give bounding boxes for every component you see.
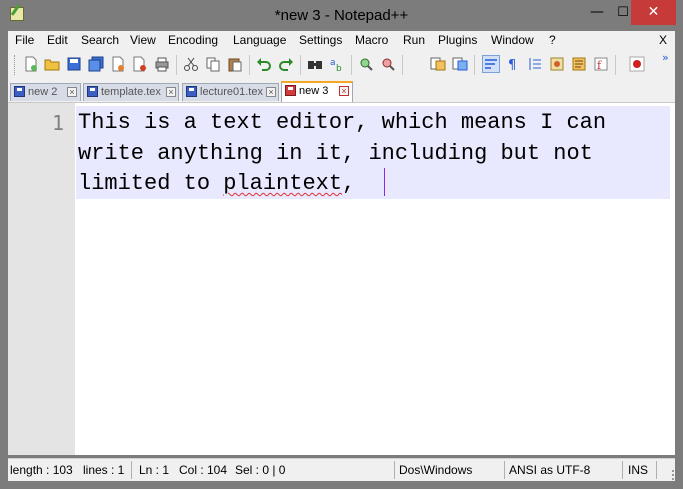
menu-settings[interactable]: Settings — [299, 33, 342, 47]
close-all-icon[interactable] — [132, 56, 148, 72]
zoom-out-icon[interactable] — [380, 56, 396, 72]
toolbar-grip[interactable] — [14, 55, 18, 75]
toolbar-separator — [176, 55, 177, 75]
line-number-gutter: 1 — [8, 103, 75, 455]
file-unsaved-icon — [285, 85, 296, 96]
notepadpp-window: *new 3 - Notepad++ — ☐ ✕ File Edit Searc… — [0, 0, 683, 489]
tab-label: template.tex — [101, 86, 161, 98]
function-list-icon[interactable]: f — [593, 56, 609, 72]
text-line: write anything in it, including but not — [78, 140, 593, 166]
menu-bar: File Edit Search View Encoding Language … — [8, 31, 675, 51]
minimize-button[interactable]: — — [584, 0, 610, 25]
show-all-chars-icon[interactable]: ¶ — [505, 56, 521, 72]
sync-horizontal-icon[interactable] — [452, 56, 468, 72]
zoom-in-icon[interactable] — [358, 56, 374, 72]
status-separator — [394, 461, 395, 479]
replace-icon[interactable]: ab — [329, 56, 345, 72]
status-insert-mode[interactable]: INS — [628, 463, 648, 477]
find-icon[interactable] — [307, 56, 323, 72]
menu-file[interactable]: File — [15, 33, 34, 47]
redo-icon[interactable] — [278, 56, 294, 72]
print-icon[interactable] — [154, 56, 170, 72]
copy-icon[interactable] — [205, 56, 221, 72]
tab-bar: new 2 × template.tex × lecture01.tex × n… — [8, 80, 675, 102]
status-separator — [131, 461, 132, 479]
misspelled-word: plaintext — [223, 171, 343, 196]
text-line-end: , — [342, 171, 369, 196]
resize-grip-icon[interactable] — [662, 470, 674, 480]
close-document-button[interactable]: X — [659, 33, 667, 47]
svg-text:¶: ¶ — [508, 58, 516, 72]
doc-map-icon[interactable] — [571, 56, 587, 72]
status-eol[interactable]: Dos\Windows — [399, 463, 472, 477]
toolbar-separator — [249, 55, 250, 75]
document-text[interactable]: This is a text editor, which means I can… — [78, 108, 668, 200]
menu-run[interactable]: Run — [403, 33, 425, 47]
toolbar: ab ¶ f » — [8, 51, 675, 80]
tab-label: new 3 — [299, 85, 329, 97]
text-line: This is a text editor, which means I can — [78, 110, 607, 135]
status-col: Col : 104 — [179, 463, 228, 477]
menu-search[interactable]: Search — [81, 33, 119, 47]
status-separator — [504, 461, 505, 479]
tab-close-icon[interactable]: × — [166, 87, 176, 97]
cut-icon[interactable] — [183, 56, 199, 72]
new-file-icon[interactable] — [23, 56, 39, 72]
status-bar: length : 103 lines : 1 Ln : 1 Col : 104 … — [8, 458, 675, 481]
menu-view[interactable]: View — [130, 33, 156, 47]
tab-label: new 2 — [28, 86, 58, 98]
tab-template-tex[interactable]: template.tex × — [83, 83, 179, 101]
status-separator — [656, 461, 657, 479]
menu-macro[interactable]: Macro — [355, 33, 388, 47]
paste-icon[interactable] — [227, 56, 243, 72]
toolbar-separator — [300, 55, 301, 75]
indent-guide-icon[interactable] — [527, 56, 543, 72]
sync-vertical-icon[interactable] — [430, 56, 446, 72]
text-editor[interactable]: 1 This is a text editor, which means I c… — [8, 102, 675, 455]
tab-lecture01-tex[interactable]: lecture01.tex × — [182, 83, 279, 101]
tab-label: lecture01.tex — [200, 86, 263, 98]
menu-plugins[interactable]: Plugins — [438, 33, 477, 47]
tab-new-3[interactable]: new 3 × — [281, 81, 353, 102]
status-encoding[interactable]: ANSI as UTF-8 — [509, 463, 590, 477]
undo-icon[interactable] — [256, 56, 272, 72]
toolbar-separator — [615, 55, 616, 75]
tab-close-icon[interactable]: × — [339, 86, 349, 96]
svg-text:a: a — [330, 58, 336, 68]
toolbar-overflow-chevron-icon[interactable]: » — [662, 51, 669, 64]
word-wrap-icon[interactable] — [482, 55, 500, 73]
close-icon[interactable] — [110, 56, 126, 72]
file-saved-icon — [186, 86, 197, 97]
title-bar[interactable]: *new 3 - Notepad++ — ☐ ✕ — [0, 0, 683, 31]
user-lang-icon[interactable] — [549, 56, 565, 72]
status-lines: lines : 1 — [83, 463, 125, 477]
open-file-icon[interactable] — [44, 56, 60, 72]
menu-encoding[interactable]: Encoding — [168, 33, 218, 47]
save-icon[interactable] — [66, 56, 82, 72]
toolbar-separator — [351, 55, 352, 75]
status-ln: Ln : 1 — [139, 463, 170, 477]
menu-language[interactable]: Language — [233, 33, 286, 47]
text-line: limited to — [78, 171, 224, 196]
record-macro-icon[interactable] — [629, 56, 645, 72]
close-window-button[interactable]: ✕ — [631, 0, 676, 25]
tab-new-2[interactable]: new 2 × — [10, 83, 81, 101]
tab-close-icon[interactable]: × — [67, 87, 77, 97]
line-number: 1 — [51, 111, 64, 135]
menu-window[interactable]: Window — [491, 33, 534, 47]
status-length: length : 103 — [10, 463, 73, 477]
save-all-icon[interactable] — [88, 56, 104, 72]
toolbar-separator — [402, 55, 403, 75]
status-separator — [622, 461, 623, 479]
window-title: *new 3 - Notepad++ — [274, 7, 409, 24]
toolbar-separator — [474, 55, 475, 75]
svg-text:b: b — [336, 64, 342, 72]
tab-close-icon[interactable]: × — [266, 87, 276, 97]
menu-edit[interactable]: Edit — [47, 33, 68, 47]
menu-help[interactable]: ? — [549, 33, 556, 47]
text-caret — [384, 168, 385, 196]
file-saved-icon — [87, 86, 98, 97]
file-saved-icon — [14, 86, 25, 97]
status-sel: Sel : 0 | 0 — [235, 463, 286, 477]
